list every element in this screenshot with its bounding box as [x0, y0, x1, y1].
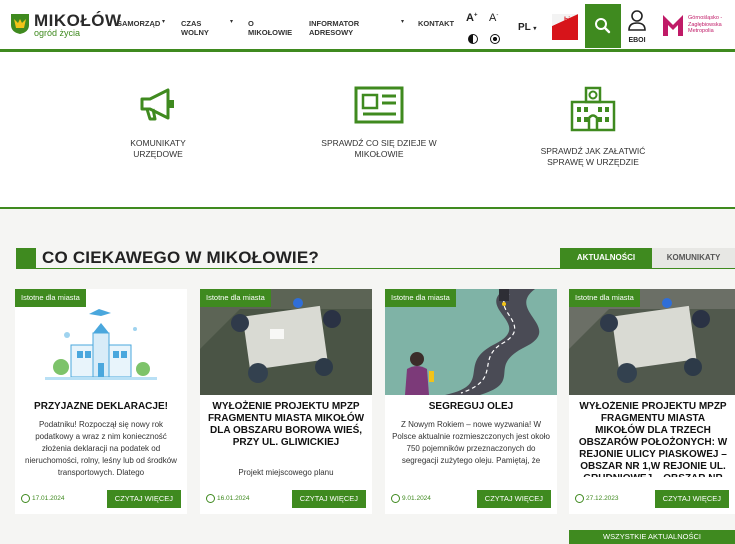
quick-links: KOMUNIKATY URZĘDOWE SPRAWDŹ CO SIĘ DZIEJ… — [0, 55, 735, 207]
nav-czas-wolny[interactable]: CZAS WOLNY — [181, 19, 221, 37]
news-card-date: 17.01.2024 — [21, 494, 65, 504]
news-card-date: 27.12.2023 — [575, 494, 619, 504]
quick-link-wydarzenia[interactable]: SPRAWDŹ CO SIĘ DZIEJE W MIKOŁOWIE — [318, 85, 440, 160]
bip-logo[interactable]: bip — [552, 12, 578, 40]
section-title: CO CIEKAWEGO W MIKOŁOWIE? — [42, 248, 319, 267]
city-hall-icon — [570, 86, 616, 132]
nav-informator-adresowy[interactable]: INFORMATOR ADRESOWY — [309, 19, 369, 37]
all-news-button[interactable]: WSZYSTKIE AKTUALNOŚCI — [569, 530, 735, 544]
clock-icon — [21, 494, 30, 503]
news-card[interactable]: Istotne dla miasta PRZYJAZNE DEKLARACJE!… — [15, 289, 187, 514]
clock-icon — [575, 494, 584, 503]
high-contrast-icon[interactable] — [490, 34, 500, 44]
read-more-button[interactable]: CZYTAJ WIĘCEJ — [654, 490, 729, 508]
news-card-excerpt: Podatniku! Rozpoczął się nowy rok podatk… — [25, 420, 177, 477]
news-card-title[interactable]: SEGREGUJ OLEJ — [391, 401, 551, 413]
category-badge: Istotne dla miasta — [385, 289, 456, 307]
tab-komunikaty[interactable]: KOMUNIKATY — [652, 248, 735, 268]
metropolia-icon — [663, 15, 683, 36]
read-more-button[interactable]: CZYTAJ WIĘCEJ — [291, 490, 366, 508]
search-button[interactable] — [585, 4, 621, 48]
news-card-title[interactable]: PRZYJAZNE DEKLARACJE! — [21, 401, 181, 413]
megaphone-icon — [140, 88, 174, 121]
tab-aktualnosci[interactable]: AKTUALNOŚCI — [560, 248, 652, 268]
chevron-down-icon: ▾ — [401, 19, 405, 25]
nav-samorzad[interactable]: SAMORZĄD — [117, 19, 160, 28]
category-badge: Istotne dla miasta — [15, 289, 86, 307]
read-more-button[interactable]: CZYTAJ WIĘCEJ — [476, 490, 551, 508]
news-card[interactable]: Istotne dla miasta WYŁOŻENIE PROJEKTU MP… — [569, 289, 735, 514]
news-card[interactable]: Istotne dla miasta SEGREGUJ OLEJ Z Nowym… — [385, 289, 557, 514]
section-marker — [16, 248, 36, 268]
read-more-button[interactable]: CZYTAJ WIĘCEJ — [106, 490, 181, 508]
site-header: MIKOŁÓW ogród życia SAMORZĄD ▾ CZAS WOLN… — [0, 0, 735, 52]
nav-kontakt[interactable]: KONTAKT — [418, 19, 454, 28]
section-divider — [16, 268, 735, 269]
eboi-link[interactable]: EBOI — [625, 8, 649, 46]
svg-text:bip: bip — [564, 17, 575, 24]
clock-icon — [391, 494, 400, 503]
news-card-title[interactable]: WYŁOŻENIE PROJEKTU MPZP FRAGMENTU MIASTA… — [575, 401, 731, 477]
category-badge: Istotne dla miasta — [569, 289, 640, 307]
quick-link-komunikaty[interactable]: KOMUNIKATY URZĘDOWE — [110, 85, 206, 160]
logo-tagline: ogród życia — [34, 28, 81, 38]
category-badge: Istotne dla miasta — [200, 289, 271, 307]
search-icon — [595, 18, 611, 34]
crest-icon — [11, 14, 29, 34]
nav-o-mikolowie[interactable]: O MIKOŁOWIE — [248, 19, 298, 37]
clock-icon — [206, 494, 215, 503]
chevron-down-icon: ▾ — [162, 19, 166, 25]
newspaper-icon — [354, 86, 404, 124]
site-logo[interactable]: MIKOŁÓW ogród życia — [10, 11, 121, 39]
quick-link-urzad[interactable]: SPRAWDŹ JAK ZAŁATWIĆ SPRAWĘ W URZĘDZIE — [538, 85, 648, 168]
news-card[interactable]: Istotne dla miasta WYŁOŻENIE PROJEKTU MP… — [200, 289, 372, 514]
language-select[interactable]: PL ▾ — [518, 22, 536, 33]
metropolia-logo[interactable]: Górnośląsko - Zagłębiowska Metropolia — [662, 12, 734, 40]
news-card-date: 9.01.2024 — [391, 494, 431, 504]
news-card-excerpt: Projekt miejscowego planu — [238, 468, 334, 477]
news-card-date: 16.01.2024 — [206, 494, 250, 504]
chevron-down-icon: ▾ — [230, 19, 234, 25]
font-decrease-button[interactable]: A- — [489, 12, 498, 24]
news-card-title[interactable]: WYŁOŻENIE PROJEKTU MPZP FRAGMENTU MIASTA… — [206, 401, 366, 449]
user-icon — [628, 10, 646, 31]
font-increase-button[interactable]: A+ — [466, 12, 477, 24]
news-card-excerpt: Z Nowym Rokiem – nowe wyzwania! W Polsce… — [392, 420, 550, 465]
contrast-icon[interactable] — [468, 34, 478, 44]
